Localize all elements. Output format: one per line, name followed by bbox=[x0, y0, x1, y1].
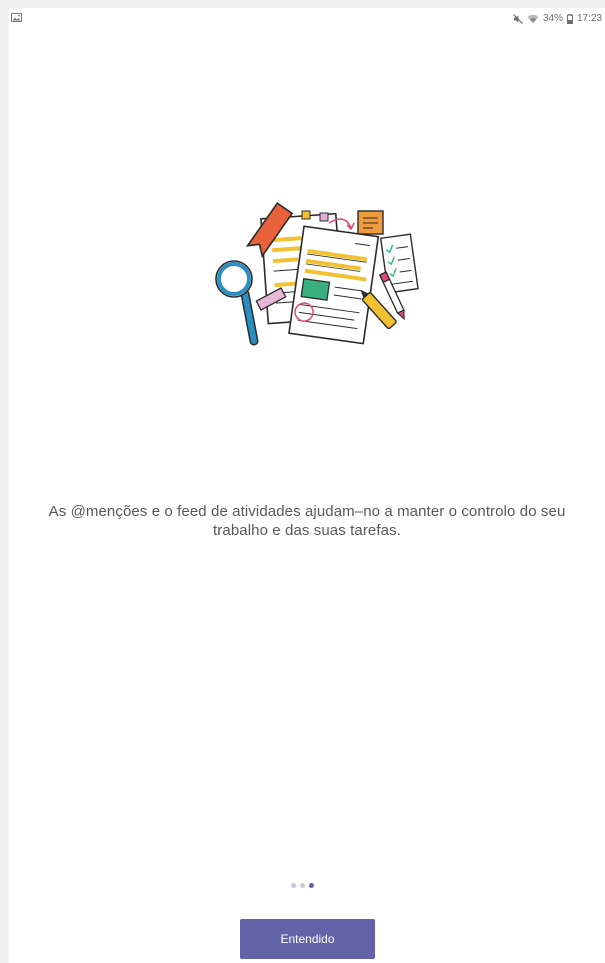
page-dot-active bbox=[309, 882, 314, 888]
battery-icon bbox=[566, 14, 573, 24]
mute-icon bbox=[513, 14, 523, 24]
status-bar: 34% 17:23 bbox=[9, 8, 605, 30]
onboarding-message: As @menções e o feed de atividades ajuda… bbox=[48, 503, 566, 539]
page-dot bbox=[291, 882, 296, 888]
battery-level: 34% bbox=[542, 13, 563, 24]
page-indicator bbox=[291, 881, 314, 889]
status-indicators: 34% 17:23 bbox=[513, 13, 602, 25]
got-it-button[interactable]: Entendido bbox=[240, 919, 375, 959]
wifi-icon bbox=[527, 14, 539, 24]
documents-review-illustration bbox=[199, 191, 424, 351]
onboarding-screen: 34% 17:23 As @menções e o feed de ativid… bbox=[9, 8, 605, 963]
image-notification-icon bbox=[11, 13, 22, 22]
clock: 17:23 bbox=[576, 13, 602, 24]
page-dot bbox=[300, 882, 305, 888]
